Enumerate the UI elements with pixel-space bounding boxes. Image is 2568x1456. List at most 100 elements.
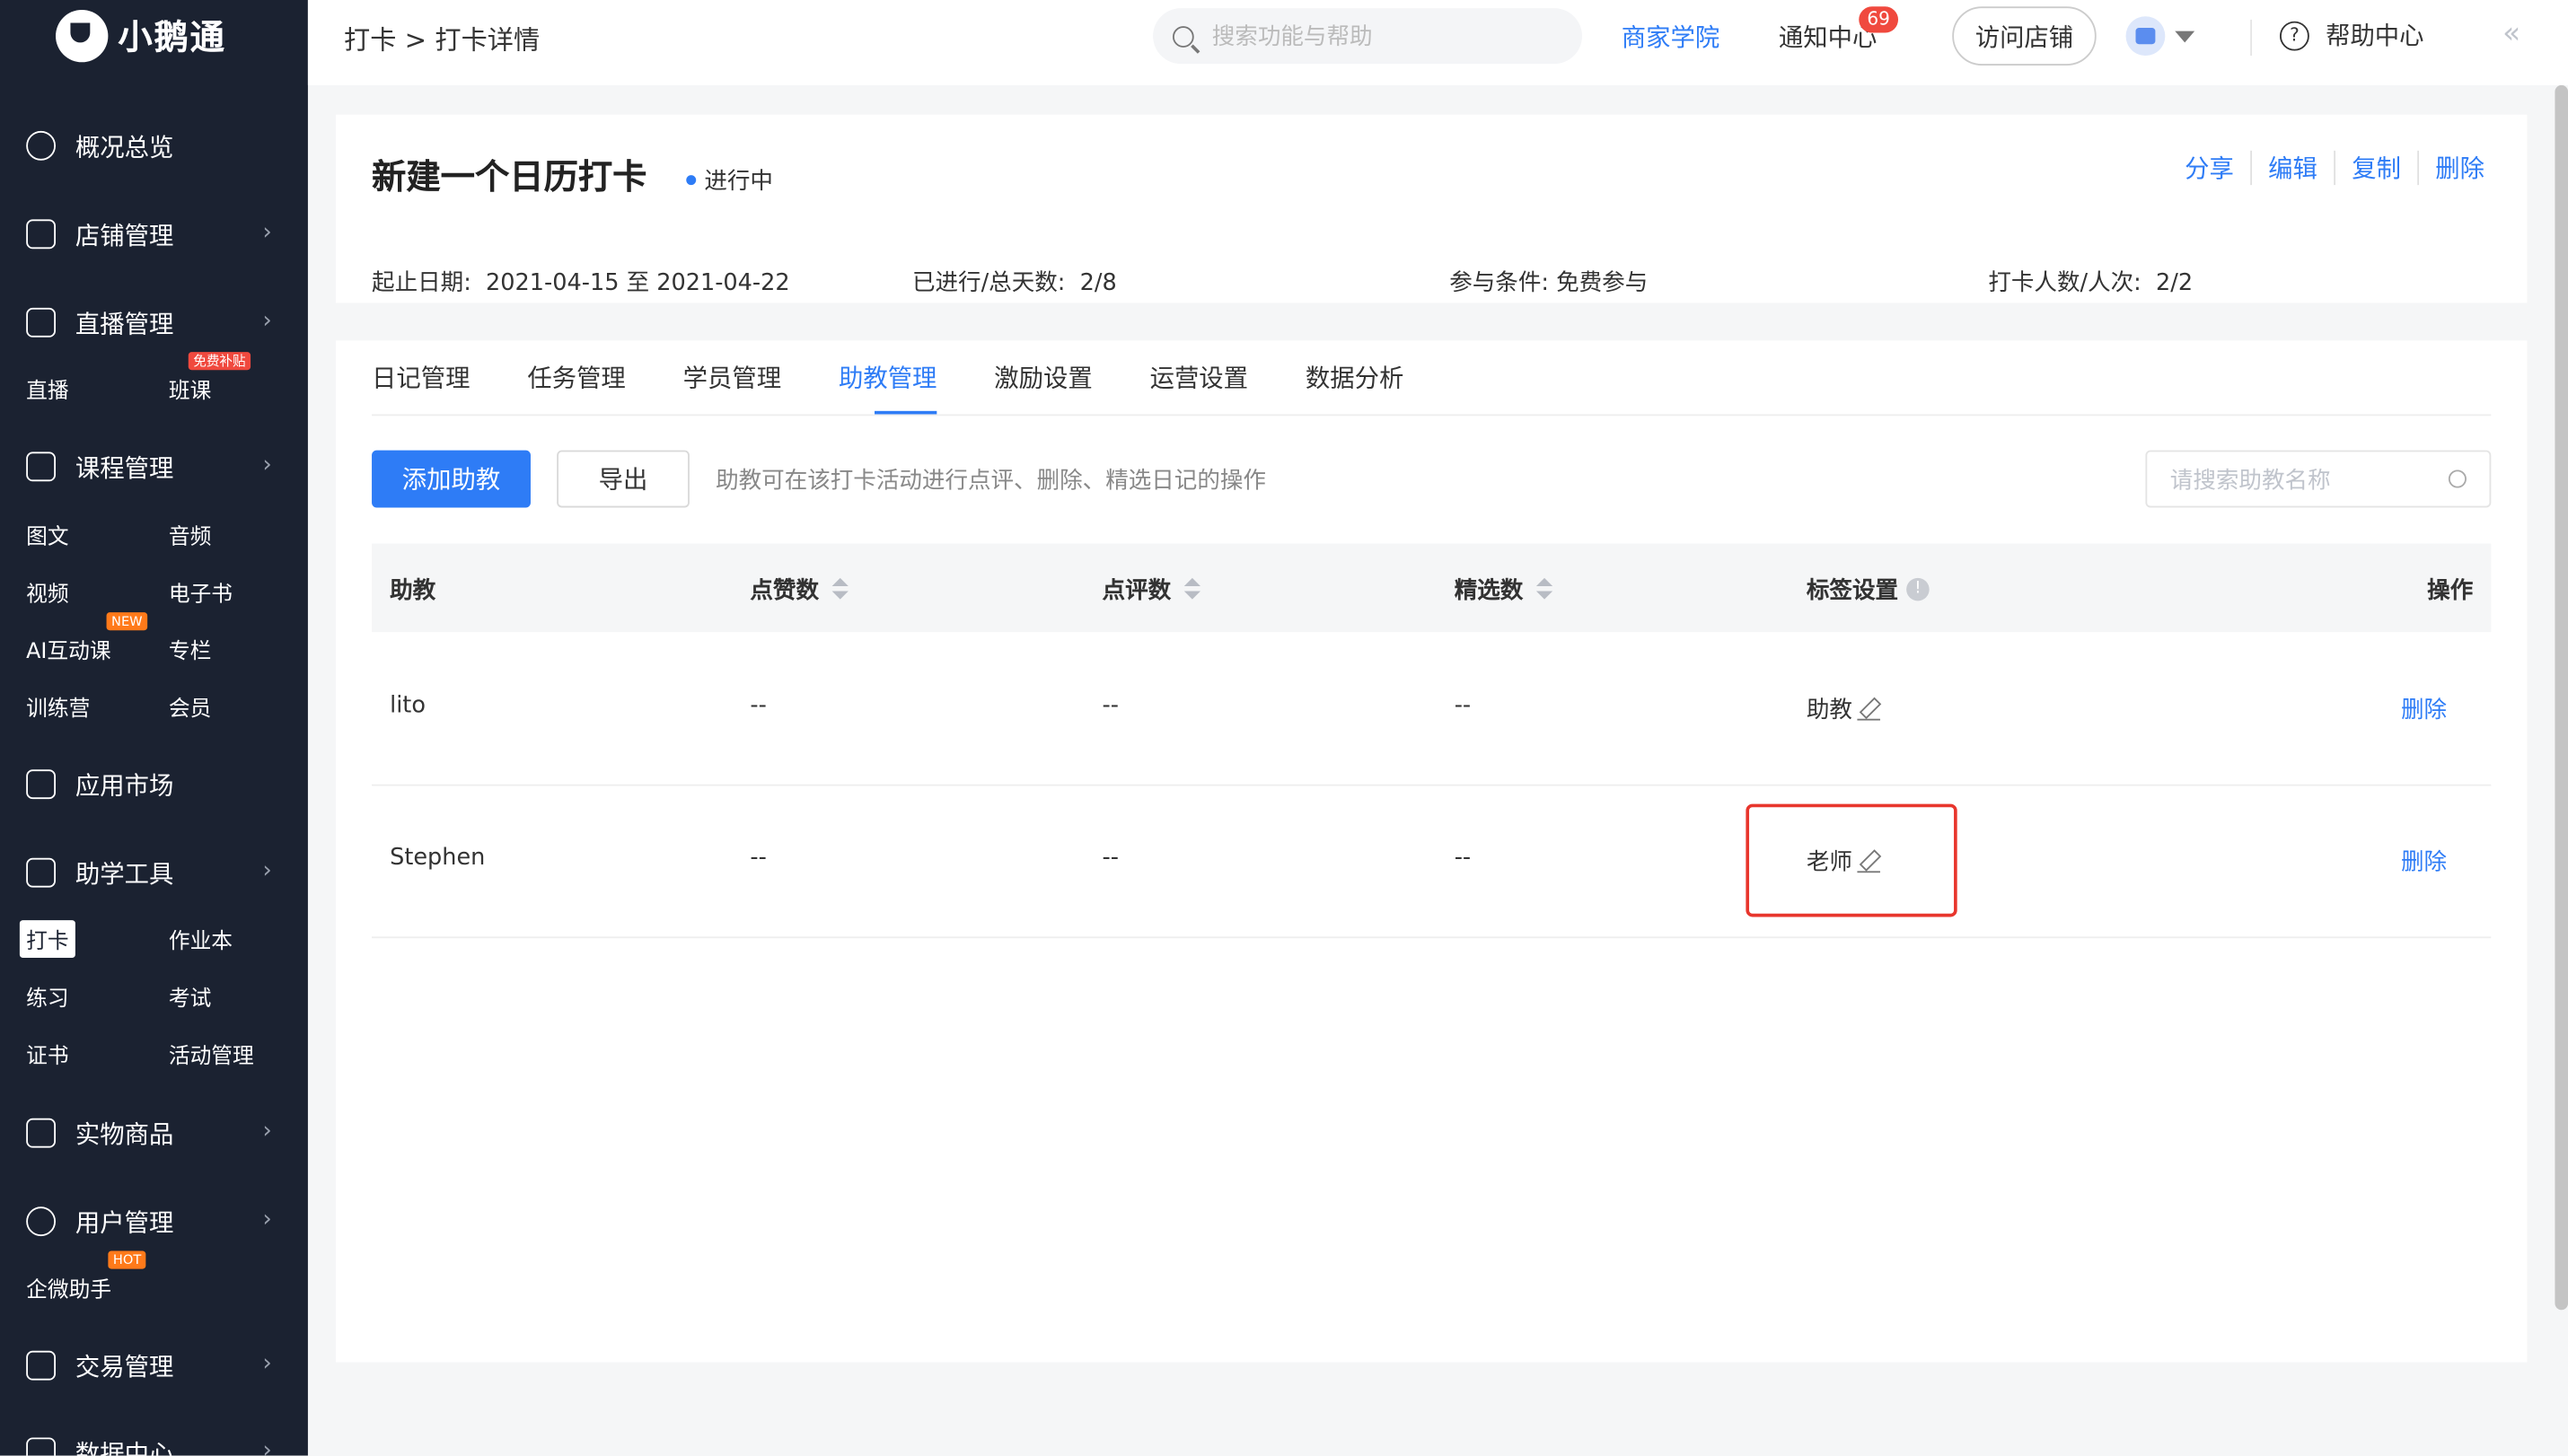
sidebar-item-checkin[interactable]: 打卡 xyxy=(19,920,75,959)
collapse-icon[interactable]: « xyxy=(2502,16,2520,50)
sidebar-item-article[interactable]: 图文 xyxy=(26,519,68,550)
apps-grid-icon xyxy=(26,769,57,800)
notice-count-badge: 69 xyxy=(1859,6,1899,33)
menu-label: 用户管理 xyxy=(75,1207,174,1238)
user-icon xyxy=(26,1206,57,1237)
sidebar-item-camp[interactable]: 训练营 xyxy=(26,691,90,722)
chevron-right-icon: › xyxy=(262,857,272,884)
menu-live[interactable]: 直播管理 › xyxy=(26,303,272,342)
sidebar-item-video[interactable]: 视频 xyxy=(26,576,68,607)
cell-name: lito xyxy=(390,692,426,719)
tab-students[interactable]: 学员管理 xyxy=(683,340,781,414)
cell-comments: -- xyxy=(1102,692,1119,719)
chevron-right-icon: › xyxy=(262,219,272,246)
cell-comments: -- xyxy=(1102,845,1119,872)
help-center-link[interactable]: ? 帮助中心 xyxy=(2280,18,2424,52)
sidebar-item-column[interactable]: 专栏 xyxy=(169,634,211,664)
sidebar-item-practice[interactable]: 练习 xyxy=(26,981,68,1012)
tab-divider xyxy=(372,414,2492,417)
meta-label: 起止日期: xyxy=(372,269,471,297)
info-icon[interactable]: ! xyxy=(1906,577,1930,601)
col-likes[interactable]: 点赞数 xyxy=(750,573,849,605)
menu-trade[interactable]: 交易管理 › xyxy=(26,1346,272,1385)
tab-diary[interactable]: 日记管理 xyxy=(336,340,470,414)
edit-pencil-icon[interactable] xyxy=(1857,697,1880,721)
tab-task[interactable]: 任务管理 xyxy=(527,340,625,414)
sidebar-item-certificate[interactable]: 证书 xyxy=(26,1038,68,1069)
chevron-right-icon: › xyxy=(262,1118,272,1145)
academy-link[interactable]: 商家学院 xyxy=(1622,20,1719,54)
assistant-management-card: 日记管理 任务管理 学员管理 助教管理 激励设置 运营设置 数据分析 添加助教 … xyxy=(335,340,2528,1363)
delete-link[interactable]: 删除 xyxy=(2417,150,2484,186)
scrollbar[interactable] xyxy=(2555,84,2568,1311)
search-icon xyxy=(1172,25,1194,47)
menu-overview[interactable]: 概况总览 xyxy=(26,126,272,165)
sidebar-item-member[interactable]: 会员 xyxy=(169,691,211,722)
menu-label: 直播管理 xyxy=(75,308,174,338)
add-assistant-button[interactable]: 添加助教 xyxy=(372,450,531,508)
col-picks[interactable]: 精选数 xyxy=(1455,573,1553,605)
sidebar-item-class[interactable]: 班课 xyxy=(169,373,211,404)
sidebar-item-homework[interactable]: 作业本 xyxy=(169,924,233,954)
tab-operation[interactable]: 运营设置 xyxy=(1150,340,1248,414)
sort-icon[interactable] xyxy=(831,577,849,601)
menu-store[interactable]: 店铺管理 › xyxy=(26,215,272,254)
cell-picks: -- xyxy=(1454,845,1472,872)
assistant-search-input[interactable]: 请搜索助教名称 xyxy=(2145,450,2492,508)
export-button[interactable]: 导出 xyxy=(557,450,690,508)
menu-users[interactable]: 用户管理 › xyxy=(26,1202,272,1241)
sort-icon[interactable] xyxy=(1535,577,1553,601)
search-placeholder: 搜索功能与帮助 xyxy=(1211,24,1373,51)
sort-icon[interactable] xyxy=(1183,577,1200,601)
sidebar-item-exam[interactable]: 考试 xyxy=(169,981,211,1012)
table-row: lito -- -- -- 助教 删除 xyxy=(372,634,2492,786)
sidebar-item-wecom[interactable]: 企微助手 xyxy=(26,1272,111,1303)
cell-picks: -- xyxy=(1454,692,1472,719)
meta-value: 2/8 xyxy=(1079,269,1117,297)
checkin-count: 打卡人数/人次: 2/2 xyxy=(1988,265,2193,297)
menu-label: 交易管理 xyxy=(75,1351,174,1381)
cell-tag: 助教 xyxy=(1807,693,1880,725)
menu-label: 助学工具 xyxy=(75,858,174,889)
video-camera-icon xyxy=(26,307,57,338)
menu-data[interactable]: 数据中心 › xyxy=(26,1433,272,1456)
global-search-input[interactable]: 搜索功能与帮助 xyxy=(1153,8,1582,65)
sidebar-item-ebook[interactable]: 电子书 xyxy=(169,576,233,607)
sidebar-item-audio[interactable]: 音频 xyxy=(169,519,211,550)
progress: 已进行/总天数: 2/8 xyxy=(912,265,1117,297)
chevron-right-icon: › xyxy=(262,452,272,478)
chevron-right-icon: › xyxy=(262,1206,272,1233)
activity-info-card: 新建一个日历打卡 进行中 分享 编辑 复制 删除 起止日期: 2021-04-1… xyxy=(335,114,2528,303)
menu-tools[interactable]: 助学工具 › xyxy=(26,853,272,892)
hot-badge: HOT xyxy=(108,1250,146,1269)
free-badge: 免费补贴 xyxy=(188,352,251,371)
tab-bar: 日记管理 任务管理 学员管理 助教管理 激励设置 运营设置 数据分析 xyxy=(336,340,1461,415)
sidebar-item-live[interactable]: 直播 xyxy=(26,373,68,404)
sidebar-item-activity[interactable]: 活动管理 xyxy=(169,1038,254,1069)
logo-text: 小鹅通 xyxy=(118,18,226,57)
copy-link[interactable]: 复制 xyxy=(2334,150,2417,186)
tab-assistants[interactable]: 助教管理 xyxy=(839,340,937,415)
visit-store-button[interactable]: 访问店铺 xyxy=(1952,6,2097,66)
cell-likes: -- xyxy=(750,845,767,872)
delete-button[interactable]: 删除 xyxy=(2401,693,2447,725)
share-link[interactable]: 分享 xyxy=(2168,151,2250,185)
col-tag: 标签设置! xyxy=(1807,573,1930,605)
meta-value: 免费参与 xyxy=(1556,269,1649,297)
col-ops: 操作 xyxy=(2427,573,2473,605)
store-icon xyxy=(26,219,57,250)
col-comments[interactable]: 点评数 xyxy=(1103,573,1200,605)
tab-analytics[interactable]: 数据分析 xyxy=(1306,340,1403,414)
chevron-right-icon: › xyxy=(262,307,272,335)
shopping-bag-icon xyxy=(26,1118,57,1148)
sidebar-item-ai-course[interactable]: AI互动课 xyxy=(26,634,110,664)
logo[interactable]: 小鹅通 xyxy=(56,8,226,64)
tab-incentive[interactable]: 激励设置 xyxy=(994,340,1092,414)
delete-button[interactable]: 删除 xyxy=(2401,845,2447,877)
menu-course[interactable]: 课程管理 › xyxy=(26,447,272,487)
status-dot-icon xyxy=(686,175,697,186)
menu-market[interactable]: 应用市场 xyxy=(26,765,272,804)
edit-link[interactable]: 编辑 xyxy=(2250,150,2334,186)
store-switcher[interactable] xyxy=(2125,16,2195,57)
menu-goods[interactable]: 实物商品 › xyxy=(26,1113,272,1153)
